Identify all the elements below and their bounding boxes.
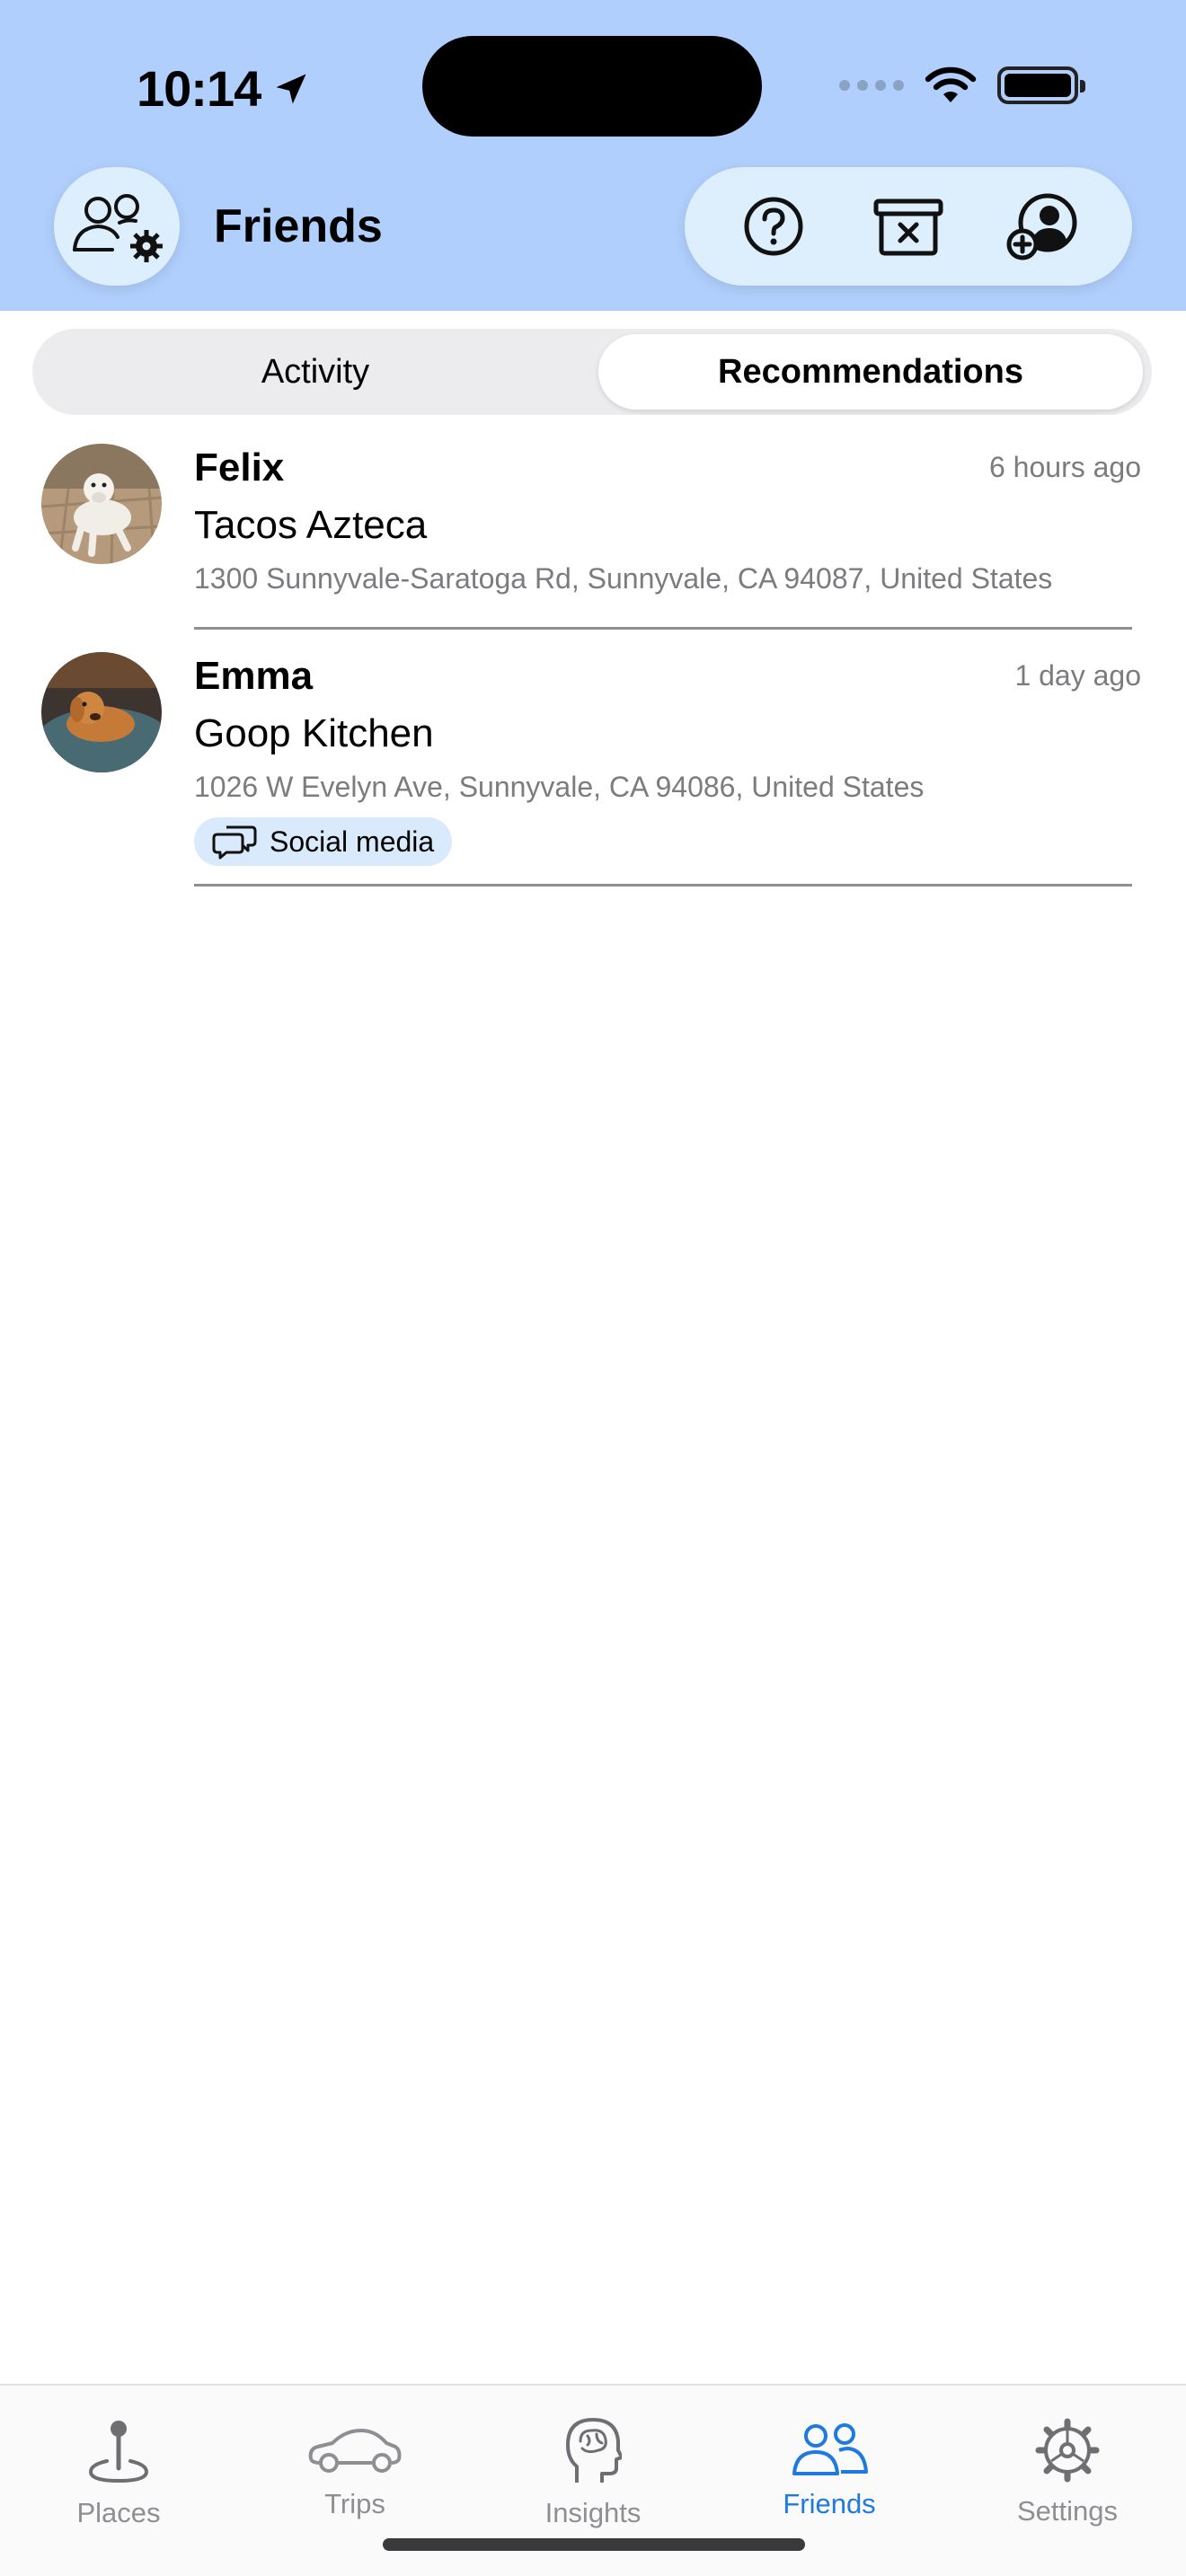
dynamic-island <box>422 36 762 137</box>
tab-recommendations[interactable]: Recommendations <box>598 334 1143 410</box>
source-tag[interactable]: Social media <box>194 817 453 866</box>
place-name: Tacos Azteca <box>194 503 428 547</box>
page-title: Friends <box>214 200 383 252</box>
place-name: Goop Kitchen <box>194 711 434 755</box>
tab-label: Trips <box>324 2488 385 2519</box>
signal-icon <box>839 80 904 91</box>
brain-head-icon <box>566 2418 622 2483</box>
timestamp: 6 hours ago <box>988 451 1141 483</box>
header: 10:14 Friends <box>0 0 1186 311</box>
tab-places[interactable]: Places <box>29 2413 208 2529</box>
source-tag-label: Social media <box>270 825 435 858</box>
avatar <box>41 652 162 772</box>
place-address: 1300 Sunnyvale-Saratoga Rd, Sunnyvale, C… <box>194 562 1053 595</box>
header-actions <box>685 167 1132 286</box>
place-address: 1026 W Evelyn Ave, Sunnyvale, CA 94086, … <box>194 771 925 803</box>
car-icon <box>308 2429 402 2473</box>
timestamp: 1 day ago <box>1014 659 1141 692</box>
wifi-icon <box>925 66 977 102</box>
chat-bubbles-icon <box>212 825 257 860</box>
location-arrow-icon <box>276 74 306 103</box>
tab-activity[interactable]: Activity <box>40 334 591 410</box>
pin-icon <box>88 2421 149 2483</box>
avatar <box>41 444 162 564</box>
divider <box>194 884 1132 887</box>
friend-name: Emma <box>194 654 314 698</box>
tab-trips[interactable]: Trips <box>265 2413 445 2520</box>
tab-label: Places <box>76 2497 161 2528</box>
friends-gear-icon <box>73 194 163 262</box>
friend-name: Felix <box>194 446 285 490</box>
segmented-control: Activity Recommendations <box>32 329 1152 415</box>
tab-insights[interactable]: Insights <box>503 2413 683 2529</box>
status-indicators <box>839 65 1085 106</box>
battery-icon <box>997 66 1085 104</box>
tab-label: Settings <box>1016 2495 1118 2527</box>
help-button[interactable] <box>733 186 814 267</box>
list-item[interactable]: Felix 6 hours ago Tacos Azteca 1300 Sunn… <box>0 440 1186 638</box>
question-circle-icon <box>744 197 803 256</box>
add-friend-button[interactable] <box>1003 186 1084 267</box>
status-time: 10:14 <box>137 59 311 118</box>
gear-icon <box>1035 2418 1100 2483</box>
home-indicator <box>383 2538 805 2551</box>
divider <box>194 627 1132 630</box>
archive-x-icon <box>873 198 943 256</box>
tab-label: Insights <box>544 2497 642 2528</box>
tab-settings[interactable]: Settings <box>978 2413 1157 2527</box>
tab-label: Friends <box>783 2488 876 2519</box>
friends-icon <box>792 2423 868 2475</box>
tab-friends[interactable]: Friends <box>739 2413 919 2520</box>
list-item[interactable]: Emma 1 day ago Goop Kitchen 1026 W Evely… <box>0 648 1186 891</box>
add-person-icon <box>1006 193 1077 260</box>
manage-friends-button[interactable] <box>54 167 180 286</box>
archive-clear-button[interactable] <box>868 186 949 267</box>
